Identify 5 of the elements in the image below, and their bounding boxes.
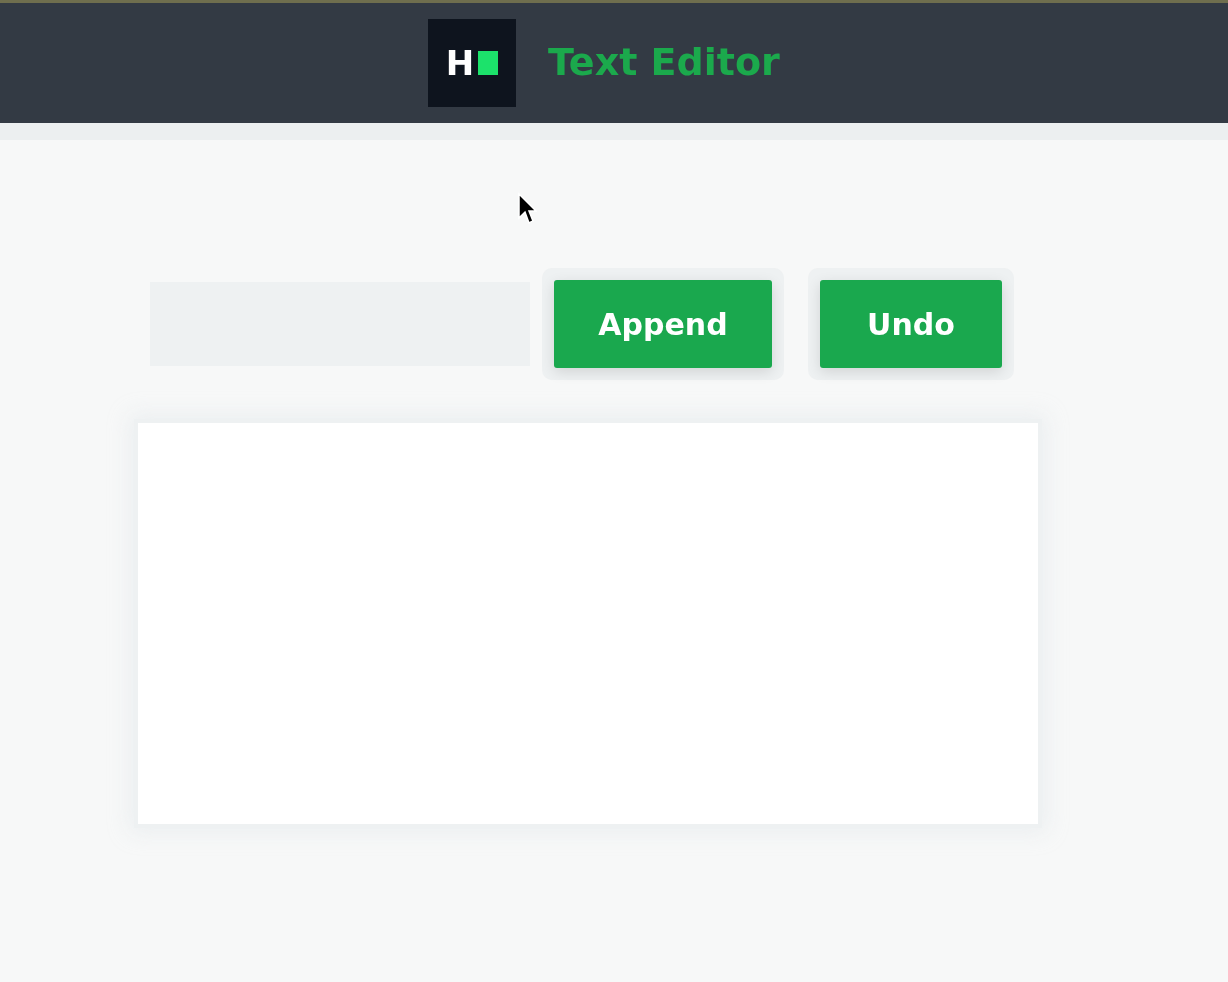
undo-button[interactable]: Undo: [820, 280, 1002, 368]
append-button[interactable]: Append: [554, 280, 772, 368]
logo-icon: H: [428, 19, 516, 107]
mouse-pointer-icon: [517, 192, 537, 226]
app-title: Text Editor: [548, 40, 780, 86]
